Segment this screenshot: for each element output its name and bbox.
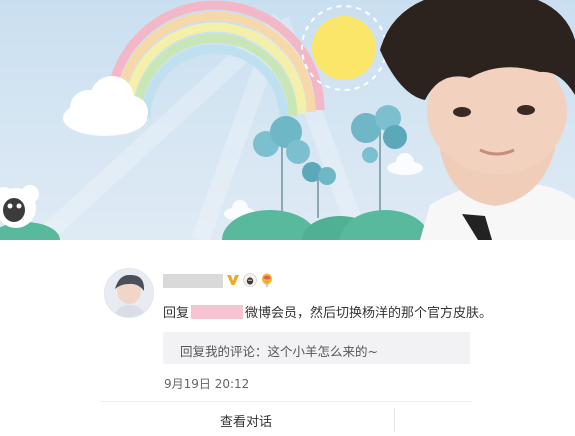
reply-prefix: 回复 [163,306,190,321]
comment-timestamp: 9月19日 20:12 [164,377,250,391]
profile-skin-banner [0,0,575,240]
avatar[interactable] [104,268,154,318]
username-redacted[interactable] [163,274,223,288]
portrait-illustration [380,0,575,240]
action-separator [394,408,395,432]
quoted-comment[interactable]: 回复我的评论：这个小羊怎么来的~ [163,332,470,364]
avatar-image [105,269,153,317]
reply-body: 微博会员，然后切换杨洋的那个官方皮肤。 [245,306,493,321]
mentioned-user-redacted[interactable] [191,304,244,319]
balloon-icon[interactable] [260,273,274,287]
vip-v-icon[interactable] [226,273,240,287]
sheep-icon[interactable] [243,273,257,287]
banner-illustration [0,0,575,240]
user-badges [226,271,274,289]
comment-text: 回复 微博会员，然后切换杨洋的那个官方皮肤。 [163,302,492,321]
quoted-comment-text: 回复我的评论：这个小羊怎么来的~ [180,344,378,359]
divider [100,401,472,402]
sheep-mascot-icon [0,185,39,228]
view-dialog-button[interactable]: 查看对话 [220,411,272,430]
